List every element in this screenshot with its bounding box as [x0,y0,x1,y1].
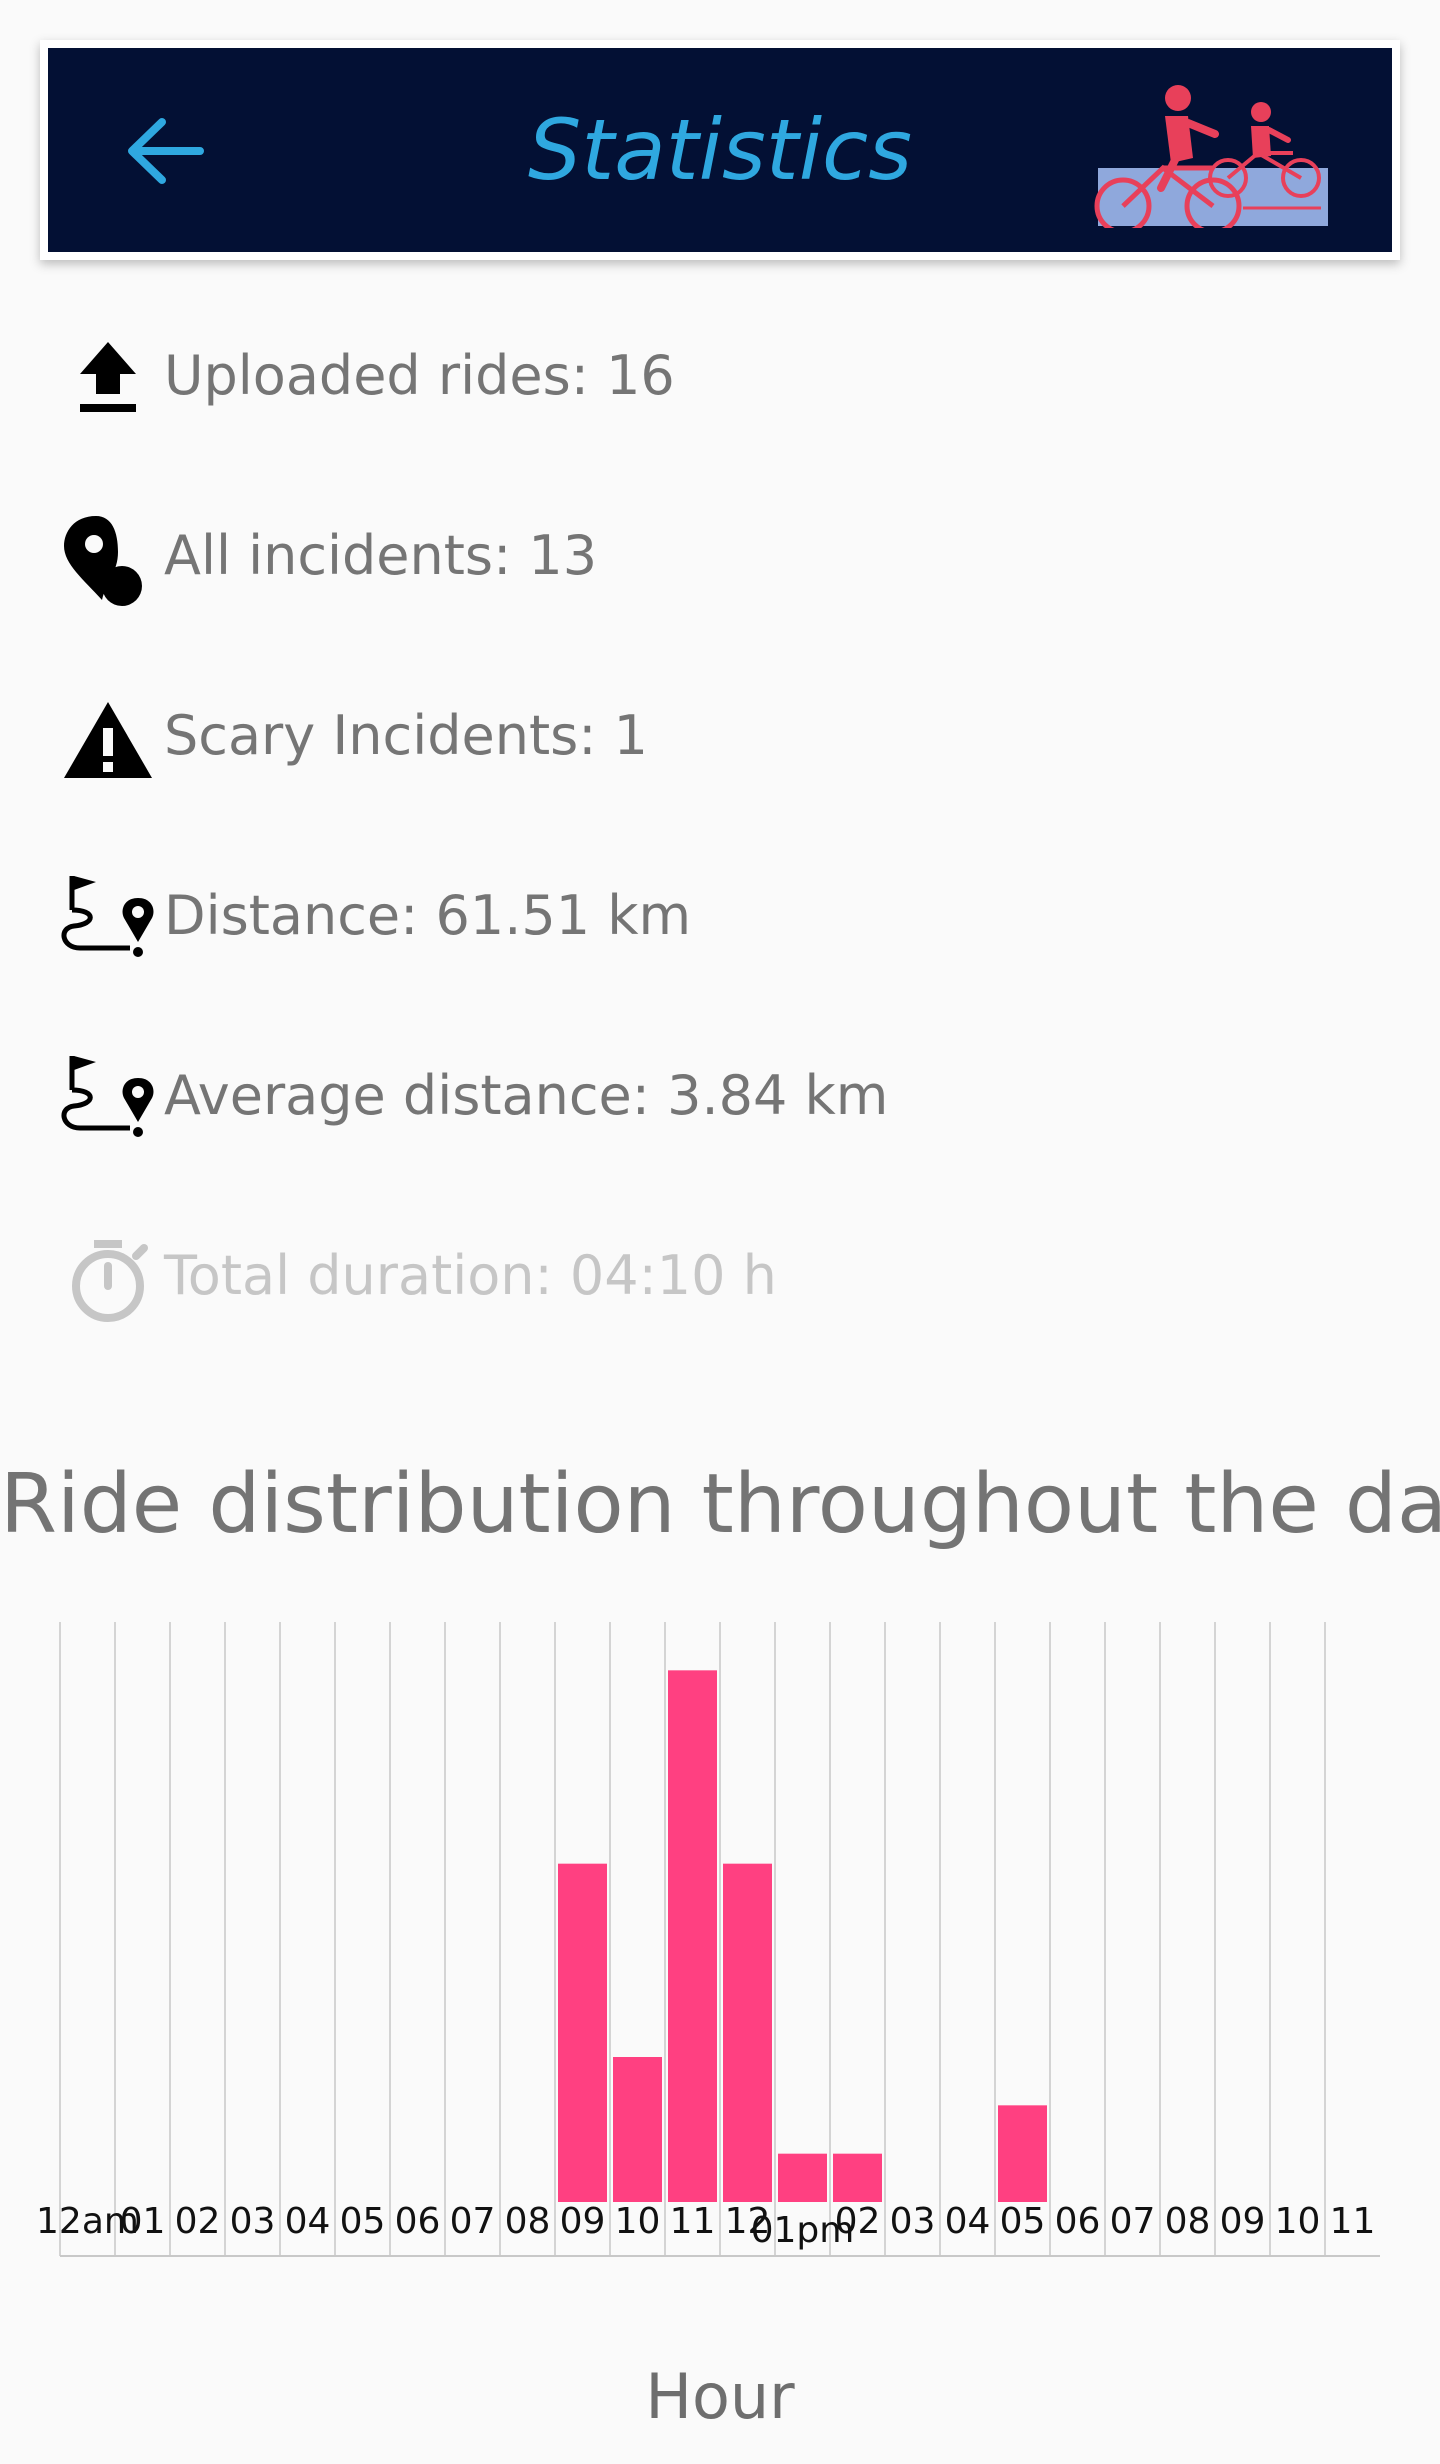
route-icon [61,876,154,957]
bar [833,2153,882,2202]
stat-label: Total duration: 04:10 h [164,1244,777,1307]
stat-label: Scary Incidents: 1 [164,704,648,767]
app-toolbar: Statistics [40,40,1400,260]
tandem-bike-logo-icon [1094,85,1328,228]
stat-uploaded-rides: Uploaded rides: 16 [60,310,1360,430]
bar [558,1863,607,2202]
stat-distance: Distance: 61.51 km [60,850,1360,970]
warning-icon [64,702,152,778]
x-tick-label: 04 [945,2201,991,2242]
stat-scary-incidents: Scary Incidents: 1 [60,670,1360,790]
x-tick-label: 11 [1330,2201,1376,2242]
x-tick-label: 06 [1055,2201,1101,2242]
x-tick-label: 03 [890,2201,936,2242]
bar [668,1670,717,2202]
bar [613,2057,662,2202]
ride-distribution-chart: 12am01 02 03 04 05 06 07 08 09 10 11 1201pm02 03 04 05… [36,1622,1380,2257]
x-tick-label: 09 [1220,2201,1266,2242]
x-tick-label: 10 [615,2201,661,2242]
stat-all-incidents: All incidents: 13 [60,490,1360,610]
x-tick-label: 08 [1165,2201,1211,2242]
x-tick-label: 07 [450,2201,496,2242]
upload-icon [80,342,136,412]
bar [998,2105,1047,2202]
x-tick-label: 01 [120,2201,166,2242]
x-tick-label: 02 [835,2201,881,2242]
stat-total-duration: Total duration: 04:10 h [60,1210,1360,1330]
x-tick-label: 05 [1000,2201,1046,2242]
stat-label: Uploaded rides: 16 [164,344,675,407]
x-tick-label: 06 [395,2201,441,2242]
x-tick-label: 04 [285,2201,331,2242]
chart-title: Ride distribution throughout the day [0,1457,1440,1552]
x-tick-label: 07 [1110,2201,1156,2242]
stat-label: Average distance: 3.84 km [164,1064,889,1127]
x-tick-label: 11 [670,2201,716,2242]
x-tick-label: 05 [340,2201,386,2242]
x-axis-label: Hour [645,2360,795,2433]
bar [778,2153,827,2202]
bar [723,1863,772,2202]
stat-label: Distance: 61.51 km [164,884,692,947]
stopwatch-icon [72,1240,148,1322]
route-icon [61,1056,154,1137]
incident-pin-icon [64,516,142,606]
toolbar-background: Statistics [48,48,1392,252]
x-tick-label: 02 [175,2201,221,2242]
x-tick-label: 10 [1275,2201,1321,2242]
x-tick-label: 09 [560,2201,606,2242]
x-tick-label: 08 [505,2201,551,2242]
x-tick-label: 03 [230,2201,276,2242]
stat-average-distance: Average distance: 3.84 km [60,1030,1360,1150]
stat-label: All incidents: 13 [164,524,598,587]
